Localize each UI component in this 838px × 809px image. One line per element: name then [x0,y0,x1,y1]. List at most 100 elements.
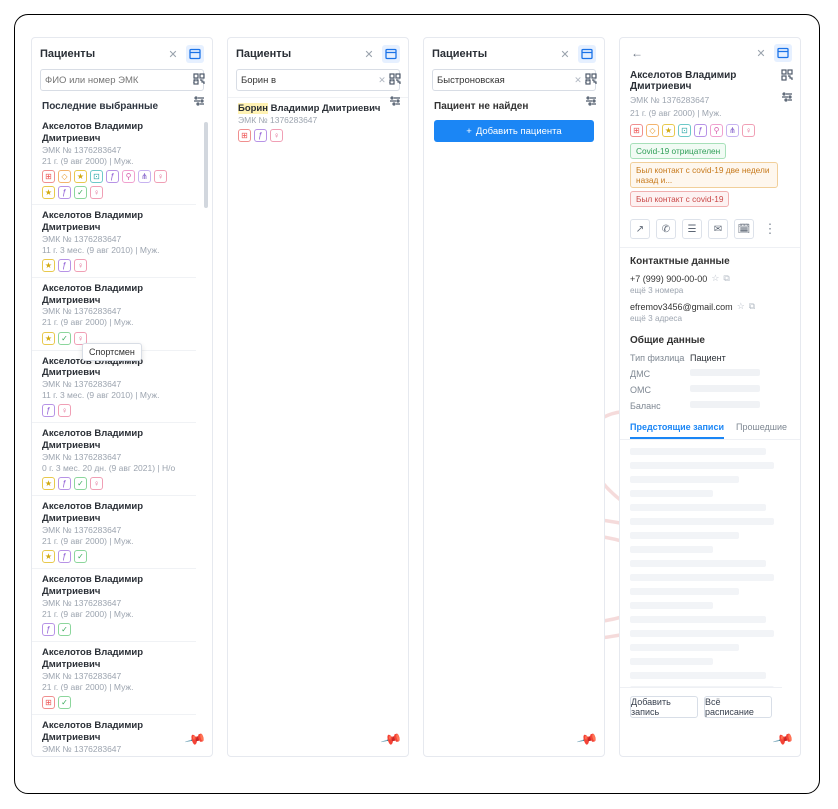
patient-detail-panel: ← ✕ Акселотов Владимир Дмитриевич ЭМК № … [619,37,801,757]
qr-icon[interactable] [190,70,208,88]
value-type: Пациент [690,353,726,363]
panel-title: Пациенты [432,48,552,60]
email-line[interactable]: efremov3456@gmail.com ☆ ⧉ [620,299,800,314]
search-input[interactable]: ⌕ [40,69,204,91]
list-item[interactable]: Акселотов Владимир ДмитриевичЭМК № 13762… [32,277,196,350]
item-emk: ЭМК № 1376283647 [42,452,186,463]
more-icon[interactable]: ⋮ [760,219,780,239]
item-emk: ЭМК № 1376283647 [42,145,186,156]
qr-icon[interactable] [582,70,600,88]
call-icon[interactable]: ✆ [656,219,676,239]
status-badge: ★ [42,477,55,490]
pin-icon[interactable]: 📌 [575,728,599,751]
status-badge: ⊡ [90,170,103,183]
patient-name: Акселотов Владимир Дмитриевич [630,70,778,92]
card-mode-icon[interactable] [774,44,792,62]
close-icon[interactable]: ✕ [752,44,770,62]
item-meta: 0 г. 3 мес. 20 дн. (9 авг 2021) | Н/о [42,463,186,474]
pin-icon[interactable]: 📌 [379,728,403,751]
item-emk: ЭМК № 1376283647 [238,115,388,126]
close-icon[interactable]: ✕ [360,45,378,63]
section-contacts: Контактные данные [620,248,800,271]
label-oms: ОМС [630,385,690,395]
status-badge: ★ [74,170,87,183]
list-item[interactable]: Акселотов Владимир ДмитриевичЭМК № 13762… [32,116,196,204]
email-value: efremov3456@gmail.com [630,302,733,312]
item-emk: ЭМК № 1376283647 [42,744,186,755]
card-mode-icon[interactable] [382,45,400,63]
filter-icon[interactable] [386,92,404,110]
copy-icon[interactable]: ⧉ [723,273,729,284]
item-emk: ЭМК № 1376283647 [42,598,186,609]
close-icon[interactable]: ✕ [556,45,574,63]
chat-icon[interactable]: ✉ [708,219,728,239]
status-badge: ★ [42,186,55,199]
list-icon[interactable]: ☰ [682,219,702,239]
back-icon[interactable]: ← [628,44,646,62]
search-input[interactable]: ✕ ⌕ [432,69,596,91]
not-found-label: Пациент не найден [424,97,604,116]
search-field[interactable] [45,75,193,86]
status-badge: ⊞ [42,696,55,709]
card-mode-icon[interactable] [578,45,596,63]
copy-icon[interactable]: ⧉ [749,301,755,312]
filter-icon[interactable] [778,88,796,106]
scrollbar[interactable] [204,122,208,208]
patient-meta: 21 г. (9 авг 2000) | Муж. [630,108,778,118]
item-meta: 21 г. (9 авг 2000) | Муж. [42,156,186,167]
item-meta: 11 г. 3 мес. (9 авг 2010) | Муж. [42,390,186,401]
status-badge: ⊞ [630,124,643,137]
filter-icon[interactable] [582,92,600,110]
item-name: Акселотов Владимир Дмитриевич [42,121,186,145]
phone-more[interactable]: ещё 3 номера [620,286,800,299]
item-emk: ЭМК № 1376283647 [42,671,186,682]
star-icon[interactable]: ☆ [737,301,745,312]
status-badge: ★ [662,124,675,137]
list-item[interactable]: Акселотов Владимир ДмитриевичЭМК № 13762… [32,714,196,756]
qr-icon[interactable] [386,70,404,88]
open-external-icon[interactable]: ↗ [630,219,650,239]
star-icon[interactable]: ☆ [711,273,719,284]
filter-icon[interactable] [190,92,208,110]
search-field[interactable] [241,75,375,86]
status-badge: ✓ [58,696,71,709]
list-item[interactable]: Акселотов Владимир ДмитриевичЭМК № 13762… [32,641,196,714]
status-badge: ⊞ [238,129,251,142]
status-badge: ♀ [74,259,87,272]
item-name: Акселотов Владимир Дмитриевич [42,501,186,525]
status-badge: ♀ [58,404,71,417]
status-badge: ♀ [742,124,755,137]
status-badge: ◇ [646,124,659,137]
search-field[interactable] [437,75,571,86]
item-meta: 21 г. (9 авг 2000) | Муж. [42,755,186,756]
match-highlight: Борин [238,103,268,114]
item-meta: 21 г. (9 авг 2000) | Муж. [42,682,186,693]
phone-line[interactable]: +7 (999) 900-00-00 ☆ ⧉ [620,271,800,286]
qr-icon[interactable] [778,66,796,84]
status-badge: ƒ [58,477,71,490]
card-mode-icon[interactable] [186,45,204,63]
list-item[interactable]: Акселотов Владимир ДмитриевичЭМК № 13762… [32,422,196,495]
match-rest: Владимир Дмитриевич [268,103,380,114]
item-meta: 21 г. (9 авг 2000) | Муж. [42,609,186,620]
calendar-icon[interactable]: 🗓 [734,219,754,239]
covid-contact-chip-2: Был контакт с covid-19 [630,191,729,207]
search-input[interactable]: ✕ ⌕ [236,69,400,91]
add-record-button[interactable]: Добавить запись [630,696,698,718]
full-schedule-button[interactable]: Всё расписание [704,696,772,718]
list-item[interactable]: Акселотов Владимир ДмитриевичЭМК № 13762… [32,204,196,277]
tab-past[interactable]: Прошедшие [736,422,787,439]
tab-upcoming[interactable]: Предстоящие записи [630,422,724,439]
status-badge: ✓ [58,332,71,345]
email-more[interactable]: ещё 3 адреса [620,314,800,327]
list-item[interactable]: Акселотов Владимир ДмитриевичЭМК № 13762… [32,495,196,568]
list-item[interactable]: Борин Владимир Дмитриевич ЭМК № 13762836… [228,97,408,147]
item-emk: ЭМК № 1376283647 [42,306,186,317]
add-patient-button[interactable]: + Добавить пациента [434,120,594,142]
item-meta: 21 г. (9 авг 2000) | Муж. [42,536,186,547]
patients-panel-list: Пациенты ✕ ⌕ Последние выбранные Акселот… [31,37,213,757]
close-icon[interactable]: ✕ [164,45,182,63]
covid-status-chip: Covid-19 отрицателен [630,143,726,159]
status-badge: ✓ [74,477,87,490]
list-item[interactable]: Акселотов Владимир ДмитриевичЭМК № 13762… [32,568,196,641]
